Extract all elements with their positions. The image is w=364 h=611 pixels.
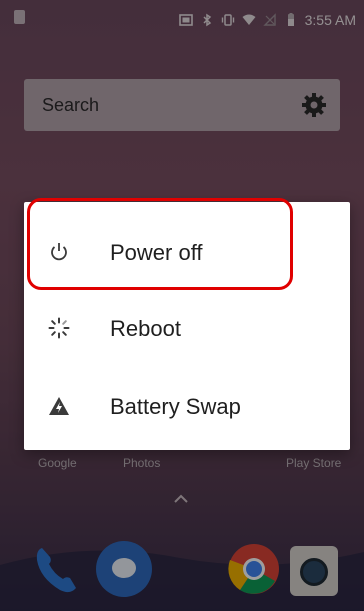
chrome-icon[interactable] — [227, 542, 281, 596]
sim-card-icon — [14, 10, 25, 24]
battery-swap-item[interactable]: Battery Swap — [24, 368, 350, 444]
search-label: Search — [42, 95, 100, 115]
reboot-icon — [48, 317, 70, 339]
reboot-label: Reboot — [110, 316, 181, 341]
camera-icon[interactable] — [290, 546, 338, 596]
search-bar[interactable]: Search — [24, 79, 340, 131]
app-label-google[interactable]: Google — [38, 456, 77, 470]
app-label-play-store[interactable]: Play Store — [286, 456, 341, 470]
phone-icon[interactable] — [30, 540, 84, 596]
battery-swap-label: Battery Swap — [110, 394, 241, 419]
app-label-photos[interactable]: Photos — [123, 456, 160, 470]
status-time: 3:55 AM — [304, 12, 356, 28]
home-screen: 3:55 AM Search Google Photos Play Store — [0, 0, 364, 611]
battery-icon — [287, 13, 294, 26]
power-off-item[interactable]: Power off — [24, 214, 350, 290]
power-off-label: Power off — [110, 240, 203, 265]
status-bar: 3:55 AM — [0, 0, 364, 44]
reboot-item[interactable]: Reboot — [24, 290, 350, 366]
bluetooth-icon — [203, 13, 211, 27]
power-icon — [51, 243, 67, 261]
chevron-up-icon[interactable] — [172, 493, 190, 505]
vibrate-icon — [221, 14, 234, 26]
gear-icon[interactable] — [300, 91, 328, 119]
wifi-icon — [242, 14, 256, 25]
power-menu-dialog: Power off Reboot Battery Swap — [24, 202, 350, 450]
screenshot-icon — [178, 14, 193, 26]
status-icons: 3:55 AM — [178, 11, 356, 29]
battery-swap-icon — [49, 397, 69, 415]
no-signal-icon — [262, 13, 276, 26]
messages-icon[interactable] — [96, 541, 152, 597]
